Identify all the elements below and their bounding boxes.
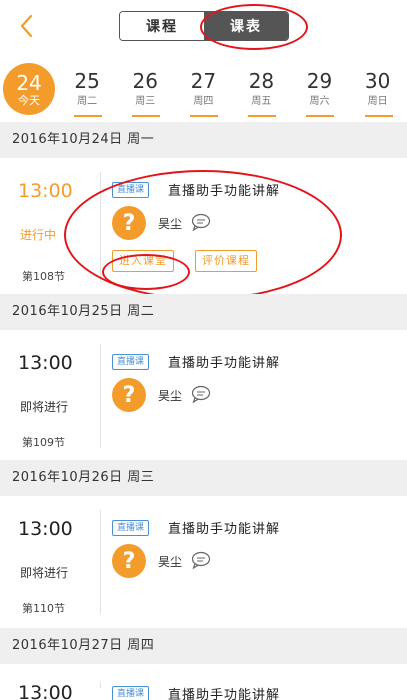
live-badge: 直播课 — [112, 354, 150, 370]
column-divider — [100, 510, 101, 614]
day-underline — [364, 115, 393, 117]
course-status: 即将进行 — [20, 400, 69, 414]
course-time-column: 13:00 — [0, 664, 100, 700]
day-label: 周二 — [77, 96, 98, 107]
lesson-number: 第109节 — [22, 436, 65, 449]
tab-timetable[interactable]: 课表 — [204, 12, 288, 40]
day-underline — [306, 115, 335, 117]
day-underline — [74, 115, 103, 117]
day-today[interactable]: 24 今天 — [0, 56, 58, 120]
back-button[interactable] — [14, 10, 42, 42]
course-time-column: 13:00 进行中 第108节 — [0, 158, 100, 294]
day-label: 今天 — [18, 93, 41, 107]
day-number: 30 — [364, 69, 391, 93]
day-number: 27 — [190, 69, 217, 93]
chevron-left-icon — [20, 14, 33, 38]
teacher-name: 昊尘 — [158, 217, 183, 231]
day-label: 周日 — [367, 96, 388, 107]
lesson-number: 第110节 — [22, 602, 65, 615]
date-strip: 24 今天 25 周二 26 周三 27 周四 28 周五 29 周六 30 周… — [0, 56, 407, 120]
course-status: 进行中 — [20, 228, 57, 242]
column-divider — [100, 682, 101, 688]
top-bar: 课程 课表 — [0, 0, 407, 54]
day-item[interactable]: 26 周三 — [116, 56, 174, 120]
day-underline — [132, 115, 161, 117]
day-item[interactable]: 30 周日 — [349, 56, 407, 120]
day-label: 周三 — [135, 96, 156, 107]
course-time-column: 13:00 即将进行 第109节 — [0, 330, 100, 460]
day-item[interactable]: 25 周二 — [58, 56, 116, 120]
column-divider — [100, 172, 101, 282]
course-title[interactable]: 直播助手功能讲解 — [168, 684, 280, 700]
course-title[interactable]: 直播助手功能讲解 — [168, 518, 280, 537]
enter-classroom-button[interactable]: 进入课堂 — [112, 250, 174, 272]
date-section-header: 2016年10月26日 周三 — [0, 460, 407, 496]
teacher-name: 昊尘 — [158, 389, 183, 403]
date-section-header: 2016年10月25日 周二 — [0, 294, 407, 330]
day-label: 周六 — [309, 96, 330, 107]
today-indicator: 24 今天 — [3, 63, 56, 115]
teacher-name: 昊尘 — [158, 555, 183, 569]
chat-bubble-icon[interactable] — [190, 213, 212, 231]
day-item[interactable]: 27 周四 — [174, 56, 232, 120]
course-time-column: 13:00 即将进行 第110节 — [0, 496, 100, 626]
day-label: 周四 — [193, 96, 214, 107]
course-title[interactable]: 直播助手功能讲解 — [168, 352, 280, 371]
date-section-header: 2016年10月27日 周四 — [0, 628, 407, 664]
tab-courses[interactable]: 课程 — [120, 12, 204, 40]
rate-course-button[interactable]: 评价课程 — [195, 250, 257, 272]
day-number: 25 — [74, 69, 100, 93]
day-underline — [190, 115, 219, 117]
live-badge: 直播课 — [112, 520, 150, 536]
day-number: 28 — [248, 69, 275, 93]
day-item[interactable]: 28 周五 — [232, 56, 290, 120]
teacher-avatar[interactable]: ? — [112, 544, 146, 578]
day-item[interactable]: 29 周六 — [290, 56, 348, 120]
day-label: 周五 — [251, 96, 272, 107]
course-card[interactable]: 13:00 直播课 直播助手功能讲解 — [0, 664, 407, 700]
course-time: 13:00 — [18, 352, 73, 374]
view-toggle: 课程 课表 — [119, 11, 289, 41]
live-badge: 直播课 — [112, 182, 150, 198]
course-card[interactable]: 13:00 即将进行 第110节 直播课 直播助手功能讲解 ? 昊尘 — [0, 496, 407, 626]
date-section-header: 2016年10月24日 周一 — [0, 122, 407, 158]
lesson-number: 第108节 — [22, 270, 65, 283]
course-time: 13:00 — [18, 518, 73, 540]
day-number: 29 — [306, 69, 333, 93]
course-status: 即将进行 — [20, 566, 69, 580]
day-number: 26 — [132, 69, 158, 93]
course-time: 13:00 — [18, 682, 73, 700]
course-card[interactable]: 13:00 即将进行 第109节 直播课 直播助手功能讲解 ? 昊尘 — [0, 330, 407, 460]
course-card[interactable]: 13:00 进行中 第108节 直播课 直播助手功能讲解 ? 昊尘 进入课堂 评… — [0, 158, 407, 294]
course-title[interactable]: 直播助手功能讲解 — [168, 180, 280, 199]
chat-bubble-icon[interactable] — [190, 551, 212, 569]
teacher-avatar[interactable]: ? — [112, 378, 146, 412]
day-underline — [248, 115, 277, 117]
chat-bubble-icon[interactable] — [190, 385, 212, 403]
day-number: 24 — [16, 70, 42, 95]
live-badge: 直播课 — [112, 686, 150, 700]
column-divider — [100, 344, 101, 448]
teacher-avatar[interactable]: ? — [112, 206, 146, 240]
course-time: 13:00 — [18, 180, 73, 202]
